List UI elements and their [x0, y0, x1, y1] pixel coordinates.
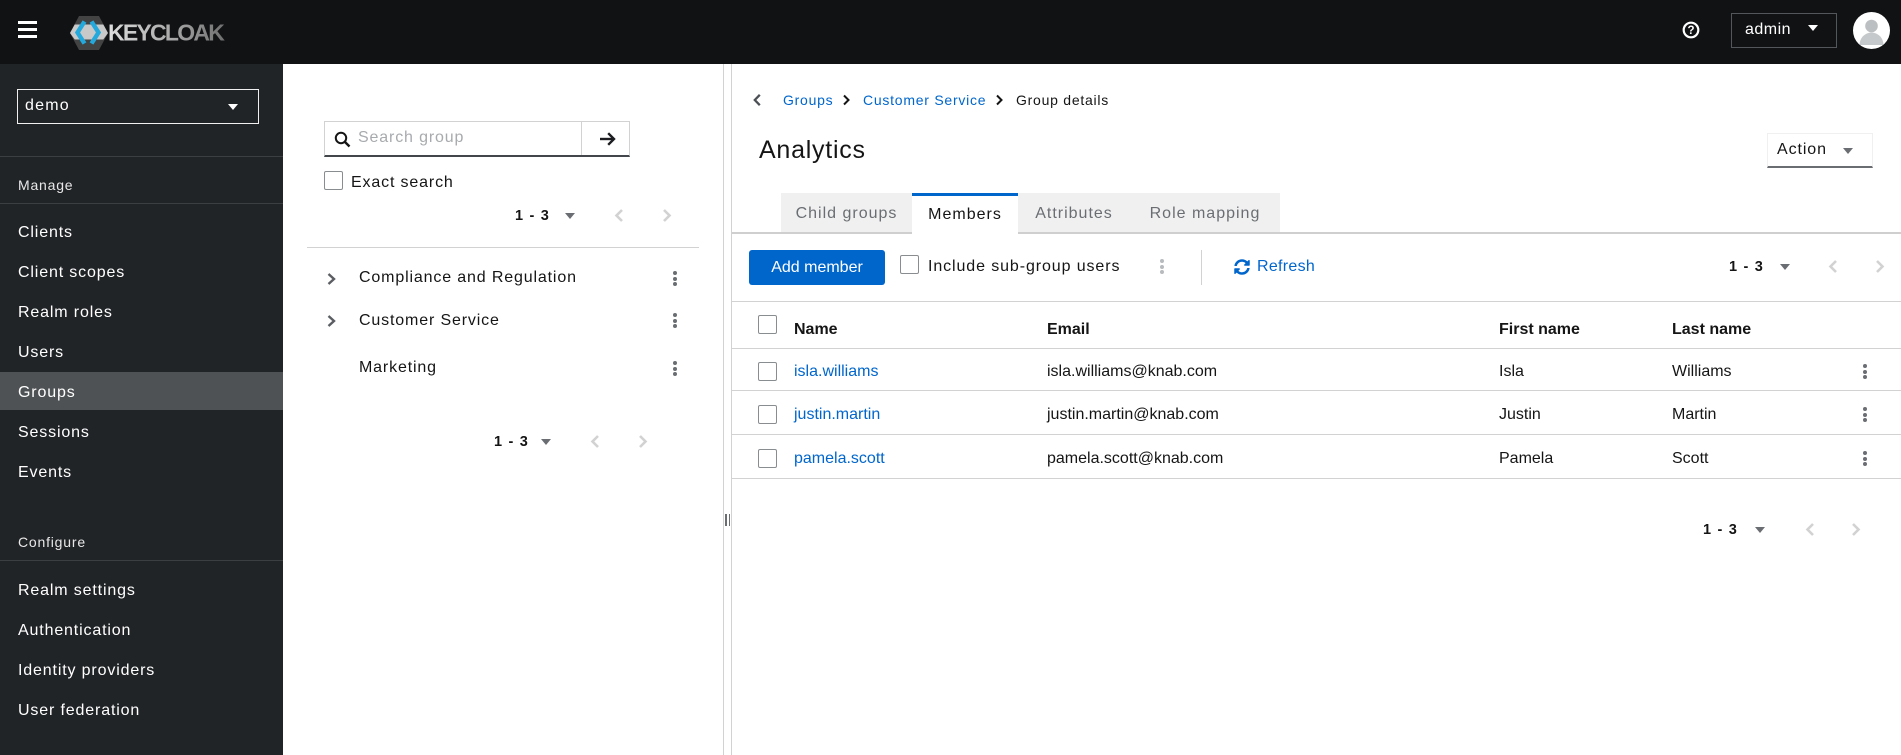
svg-text:KEYCLOAK: KEYCLOAK: [108, 20, 225, 46]
svg-text:?: ?: [1687, 25, 1694, 37]
